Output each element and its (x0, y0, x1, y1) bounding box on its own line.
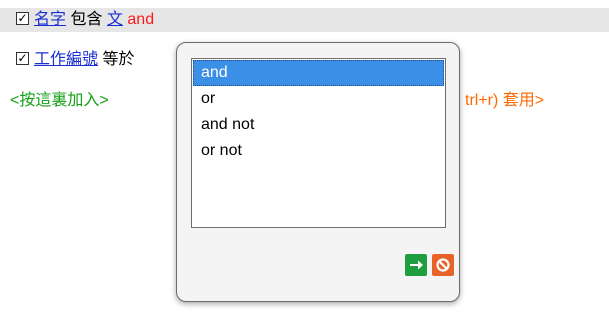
logic-operator-popup: and or and not or not (176, 42, 460, 302)
operator-equals-text: 等於 (102, 51, 135, 68)
cancel-button[interactable] (432, 254, 454, 276)
row-1-checkbox[interactable]: ✓ (16, 12, 29, 25)
cancel-icon (436, 258, 450, 272)
arrow-right-icon (410, 260, 423, 270)
option-or-not[interactable]: or not (193, 138, 444, 164)
add-condition-link[interactable]: <按這裏加入> (10, 89, 109, 113)
logic-operator-listbox[interactable]: and or and not or not (191, 58, 446, 228)
field-link-job-number[interactable]: 工作編號 (34, 51, 98, 68)
option-and[interactable]: and (193, 60, 444, 86)
logic-operator-link[interactable]: and (127, 11, 154, 28)
row-2-checkbox[interactable]: ✓ (16, 52, 29, 65)
option-or[interactable]: or (193, 86, 444, 112)
apply-link[interactable]: trl+r) 套用> (465, 89, 544, 113)
confirm-button[interactable] (405, 254, 427, 276)
filter-row-1: ✓ 名字 包含 文 and (0, 8, 609, 32)
option-and-not[interactable]: and not (193, 112, 444, 138)
value-link[interactable]: 文 (107, 11, 123, 28)
field-link-name[interactable]: 名字 (34, 11, 66, 28)
operator-contains-text: 包含 (70, 11, 103, 28)
